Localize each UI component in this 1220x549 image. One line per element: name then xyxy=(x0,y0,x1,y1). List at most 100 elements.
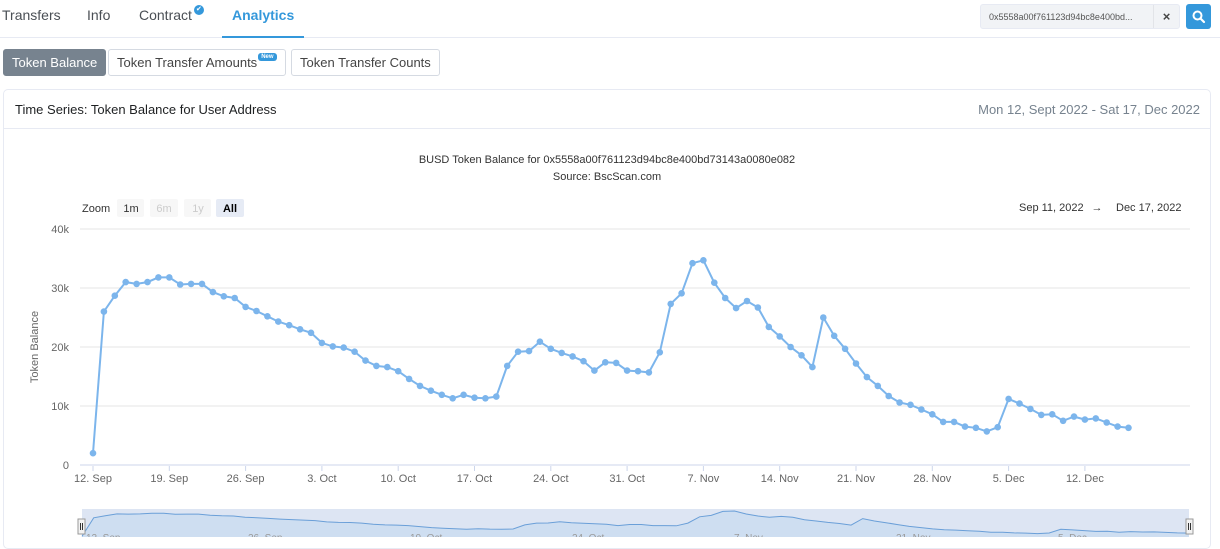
data-point xyxy=(743,297,751,305)
data-point xyxy=(950,418,958,426)
navigator-tick-label: 12. Sep xyxy=(86,533,121,537)
data-point xyxy=(689,259,696,267)
data-point xyxy=(896,399,903,406)
data-point xyxy=(700,257,707,264)
zoom-all-label: All xyxy=(223,203,237,215)
data-point xyxy=(1027,405,1034,413)
data-point xyxy=(1059,417,1067,425)
data-point xyxy=(122,278,129,286)
data-point xyxy=(754,304,762,311)
data-point xyxy=(602,359,609,366)
data-point xyxy=(449,395,457,402)
data-point xyxy=(852,360,860,367)
y-tick-label: 40k xyxy=(51,224,69,236)
data-point xyxy=(176,281,184,288)
data-point xyxy=(656,349,664,356)
x-tick-label: 28. Nov xyxy=(913,473,951,485)
data-point xyxy=(198,280,206,288)
data-point xyxy=(874,382,882,390)
x-tick-label: 21. Nov xyxy=(837,473,875,485)
x-tick-label: 17. Oct xyxy=(457,473,492,485)
gridlines xyxy=(80,228,1190,466)
data-point xyxy=(623,367,631,374)
navigator-tick-label: 5. Dec xyxy=(1058,533,1087,537)
zoom-1m-button[interactable]: 1m xyxy=(117,199,144,217)
navigator-tick-label: 26. Sep xyxy=(248,533,283,537)
data-point xyxy=(885,392,892,400)
x-tick-label: 24. Oct xyxy=(533,473,568,485)
data-point xyxy=(1081,416,1089,423)
data-point xyxy=(373,362,380,370)
data-point xyxy=(187,280,195,288)
navigator-tick-label: 24. Oct xyxy=(572,533,604,537)
data-point xyxy=(427,387,435,395)
range-to: Dec 17, 2022 xyxy=(1116,202,1181,214)
data-point xyxy=(525,347,533,355)
data-point xyxy=(166,274,173,281)
data-point xyxy=(1125,424,1132,432)
data-point xyxy=(558,349,565,357)
data-point xyxy=(569,353,576,360)
data-point xyxy=(1092,415,1100,422)
data-point xyxy=(144,278,151,286)
data-point xyxy=(394,367,402,375)
data-point xyxy=(471,394,478,402)
data-point xyxy=(514,348,522,356)
data-point xyxy=(155,274,162,281)
data-point xyxy=(220,293,228,300)
x-tick-label: 10. Oct xyxy=(380,473,415,485)
x-axis-ticks: 12. Sep 19. Sep 26. Sep 3. Oct 10. Oct 17. Oc… xyxy=(74,466,1104,485)
range-arrow: → xyxy=(1092,202,1103,214)
x-tick-label: 19. Sep xyxy=(150,473,188,485)
data-point xyxy=(285,321,293,329)
zoom-all-button[interactable]: All xyxy=(216,199,244,217)
data-point xyxy=(362,357,369,364)
data-point xyxy=(460,391,467,399)
data-point xyxy=(493,393,500,400)
data-point xyxy=(307,329,315,337)
data-point xyxy=(983,428,991,435)
zoom-1y-label: 1y xyxy=(192,203,204,215)
zoom-1y-button[interactable]: 1y xyxy=(184,199,211,217)
navigator[interactable]: 12. Sep 26. Sep 10. Oct 24. Oct 7. Nov 21. No… xyxy=(77,509,1194,537)
data-point xyxy=(929,411,936,418)
zoom-6m-label: 6m xyxy=(156,203,171,215)
data-point xyxy=(994,423,1001,431)
x-tick-label: 31. Oct xyxy=(609,473,644,485)
data-point xyxy=(100,308,108,315)
navigator-tick-label: 7. Nov xyxy=(734,533,763,537)
chart-title: BUSD Token Balance for 0x5558a00f761123d… xyxy=(419,154,795,166)
data-point xyxy=(231,294,238,302)
data-point xyxy=(242,303,249,311)
data-point xyxy=(580,357,587,365)
data-point xyxy=(798,352,805,359)
data-point xyxy=(482,395,489,402)
data-point xyxy=(329,343,337,350)
x-tick-label: 5. Dec xyxy=(993,473,1025,485)
x-tick-label: 14. Nov xyxy=(761,473,799,485)
data-point xyxy=(275,318,282,325)
navigator-right-handle[interactable] xyxy=(1185,518,1194,535)
data-point xyxy=(711,279,718,287)
data-point xyxy=(830,332,838,340)
data-point xyxy=(1103,419,1110,426)
navigator-left-handle[interactable] xyxy=(77,518,86,535)
data-point xyxy=(918,406,925,413)
data-point xyxy=(416,382,424,390)
data-point xyxy=(678,290,685,297)
x-tick-label: 26. Sep xyxy=(227,473,265,485)
data-point xyxy=(667,300,674,308)
zoom-label: Zoom xyxy=(82,203,110,215)
data-point xyxy=(1070,413,1078,420)
data-point xyxy=(405,375,413,383)
data-point xyxy=(351,348,358,356)
data-point xyxy=(1114,423,1121,430)
data-point xyxy=(907,401,914,409)
data-point xyxy=(939,418,947,426)
data-point xyxy=(1005,395,1012,403)
data-point xyxy=(1016,400,1023,407)
data-point xyxy=(253,307,260,315)
data-point xyxy=(340,344,348,351)
series-line xyxy=(92,259,1129,454)
zoom-6m-button[interactable]: 6m xyxy=(150,199,178,217)
